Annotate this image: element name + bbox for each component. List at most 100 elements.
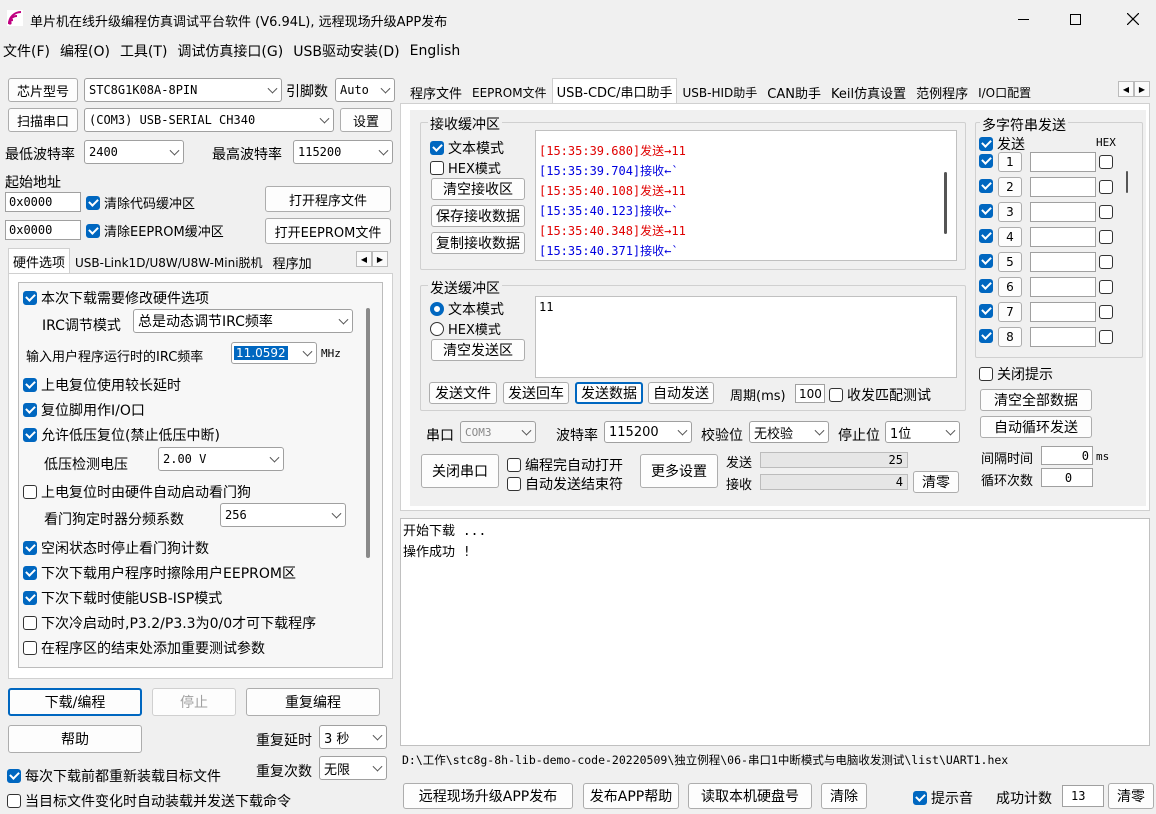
- low-voltage-select[interactable]: 2.00 V: [158, 447, 284, 471]
- checkbox-unchecked-icon[interactable]: [1099, 305, 1113, 319]
- right-tab-scroller[interactable]: ◀ ▶: [1118, 81, 1150, 97]
- tab-usb-cdc-serial[interactable]: USB-CDC/串口助手: [551, 78, 678, 104]
- minimize-button[interactable]: [1000, 0, 1046, 38]
- close-window-button[interactable]: [1110, 0, 1156, 38]
- period-field[interactable]: 100: [795, 384, 825, 403]
- auto-watchdog-checkbox[interactable]: 上电复位时由硬件自动启动看门狗: [23, 482, 251, 502]
- copy-receive-button[interactable]: 复制接收数据: [431, 232, 525, 254]
- checkbox-checked-icon[interactable]: [979, 279, 993, 293]
- scroll-right-icon[interactable]: ▶: [372, 251, 388, 267]
- port-select[interactable]: (COM3) USB-SERIAL CH340: [84, 108, 334, 132]
- multi-send-row-button[interactable]: 6: [998, 277, 1022, 297]
- tab-program-encrypt[interactable]: 程序加: [268, 250, 317, 274]
- multi-send-row-button[interactable]: 3: [998, 202, 1022, 222]
- tab-hardware-options[interactable]: 硬件选项: [8, 248, 71, 274]
- multi-send-row-button[interactable]: 4: [998, 227, 1022, 247]
- multi-send-row-button[interactable]: 8: [998, 327, 1022, 347]
- min-baud-select[interactable]: 2400: [84, 140, 184, 164]
- idle-stop-watchdog-checkbox[interactable]: 空闲状态时停止看门狗计数: [23, 538, 209, 558]
- chip-select[interactable]: STC8G1K08A-8PIN: [84, 78, 282, 102]
- tab-can[interactable]: CAN助手: [762, 80, 826, 104]
- irc-mode-select[interactable]: 总是动态调节IRC频率: [133, 309, 353, 333]
- menu-english[interactable]: English: [410, 43, 461, 59]
- menu-file[interactable]: 文件(F): [3, 41, 60, 61]
- stop-bits-select[interactable]: 1位: [885, 421, 960, 443]
- checkbox-unchecked-icon[interactable]: [1099, 180, 1113, 194]
- hardware-options-scrollbar[interactable]: [366, 308, 370, 558]
- clear-code-buffer-checkbox[interactable]: 清除代码缓冲区: [86, 193, 195, 212]
- checkbox-checked-icon[interactable]: [979, 304, 993, 318]
- maximize-button[interactable]: [1052, 0, 1098, 38]
- menu-program[interactable]: 编程(O): [60, 41, 120, 61]
- checkbox-unchecked-icon[interactable]: [1099, 280, 1113, 294]
- receive-log[interactable]: [15:35:39.680]发送→11 [15:35:39.704]接收←` […: [535, 130, 957, 261]
- send-text-mode-radio[interactable]: 文本模式: [430, 299, 504, 319]
- tab-eeprom-file[interactable]: EEPROM文件: [467, 80, 552, 104]
- multi-send-row-button[interactable]: 7: [998, 302, 1022, 322]
- checkbox-checked-icon[interactable]: [979, 229, 993, 243]
- menu-debug[interactable]: 调试仿真接口(G): [177, 41, 293, 61]
- repeat-program-button[interactable]: 重复编程: [246, 688, 380, 716]
- checkbox-checked-icon[interactable]: [979, 154, 993, 168]
- checkbox-unchecked-icon[interactable]: [1099, 330, 1113, 344]
- reset-success-count-button[interactable]: 清零: [1108, 783, 1154, 809]
- multi-send-row-input[interactable]: [1030, 327, 1096, 347]
- erase-eeprom-checkbox[interactable]: 下次下载用户程序时擦除用户EEPROM区: [23, 563, 296, 583]
- tab-keil-sim[interactable]: Keil仿真设置: [826, 80, 911, 104]
- reset-pin-io-checkbox[interactable]: 复位脚用作I/O口: [23, 400, 145, 420]
- multi-send-row-input[interactable]: [1030, 227, 1096, 247]
- scroll-left-icon[interactable]: ◀: [356, 251, 372, 267]
- pins-select[interactable]: Auto: [335, 78, 395, 102]
- auto-terminator-checkbox[interactable]: 自动发送结束符: [507, 474, 623, 494]
- multi-send-all-checkbox[interactable]: 发送: [979, 134, 1025, 154]
- multi-send-row-button[interactable]: 2: [998, 177, 1022, 197]
- multi-send-row-input[interactable]: [1030, 152, 1096, 172]
- multi-send-row-input[interactable]: [1030, 202, 1096, 222]
- open-eeprom-file-button[interactable]: 打开EEPROM文件: [265, 218, 391, 244]
- multi-send-row-button[interactable]: 5: [998, 252, 1022, 272]
- output-log[interactable]: 开始下载 ... 操作成功 !: [400, 518, 1150, 746]
- tab-io-config[interactable]: I/O口配置: [973, 80, 1039, 104]
- checkbox-unchecked-icon[interactable]: [1099, 205, 1113, 219]
- serial-port-select[interactable]: COM3: [460, 421, 536, 443]
- send-text-area[interactable]: 11: [535, 296, 957, 378]
- scroll-left-icon[interactable]: ◀: [1118, 81, 1134, 97]
- menu-usb-driver[interactable]: USB驱动安装(D): [293, 41, 409, 61]
- match-test-checkbox[interactable]: 收发匹配测试: [829, 385, 931, 405]
- start-address-field-2[interactable]: 0x0000: [5, 220, 81, 240]
- reset-counts-button[interactable]: 清零: [913, 471, 959, 493]
- repeat-delay-select[interactable]: 3 秒: [319, 725, 387, 749]
- auto-loop-send-button[interactable]: 自动循环发送: [980, 416, 1092, 438]
- tab-program-file[interactable]: 程序文件: [405, 80, 467, 104]
- long-reset-delay-checkbox[interactable]: 上电复位使用较长延时: [23, 375, 181, 395]
- send-hex-mode-radio[interactable]: HEX模式: [430, 319, 501, 338]
- max-baud-select[interactable]: 115200: [293, 140, 393, 164]
- scan-port-button[interactable]: 扫描串口: [8, 108, 78, 132]
- add-test-params-checkbox[interactable]: 在程序区的结束处添加重要测试参数: [23, 638, 265, 658]
- download-program-button[interactable]: 下载/编程: [8, 688, 142, 716]
- recv-hex-mode-checkbox[interactable]: HEX模式: [430, 158, 501, 177]
- scroll-right-icon[interactable]: ▶: [1134, 81, 1150, 97]
- modify-hw-options-checkbox[interactable]: 本次下载需要修改硬件选项: [23, 288, 209, 308]
- multi-send-row-input[interactable]: [1030, 252, 1096, 272]
- send-cr-button[interactable]: 发送回车: [503, 382, 569, 404]
- multi-scrollbar[interactable]: [1126, 171, 1128, 193]
- port-settings-button[interactable]: 设置: [340, 108, 392, 132]
- reload-before-download-checkbox[interactable]: 每次下载前都重新装载目标文件: [7, 766, 221, 786]
- auto-open-checkbox[interactable]: 编程完自动打开: [507, 455, 623, 475]
- receive-log-scrollbar[interactable]: [944, 172, 947, 234]
- multi-send-row-input[interactable]: [1030, 277, 1096, 297]
- send-file-button[interactable]: 发送文件: [429, 382, 497, 404]
- multi-send-row-input[interactable]: [1030, 177, 1096, 197]
- checkbox-unchecked-icon[interactable]: [1099, 230, 1113, 244]
- menu-tools[interactable]: 工具(T): [120, 41, 177, 61]
- close-port-button[interactable]: 关闭串口: [421, 454, 499, 488]
- checkbox-unchecked-icon[interactable]: [1099, 255, 1113, 269]
- help-button[interactable]: 帮助: [8, 725, 142, 753]
- multi-send-row-input[interactable]: [1030, 302, 1096, 322]
- clear-send-button[interactable]: 清空发送区: [431, 339, 525, 361]
- baud-select[interactable]: 115200: [604, 421, 692, 443]
- clear-receive-button[interactable]: 清空接收区: [431, 178, 525, 200]
- wdt-prescaler-select[interactable]: 256: [220, 503, 346, 527]
- checkbox-checked-icon[interactable]: [979, 254, 993, 268]
